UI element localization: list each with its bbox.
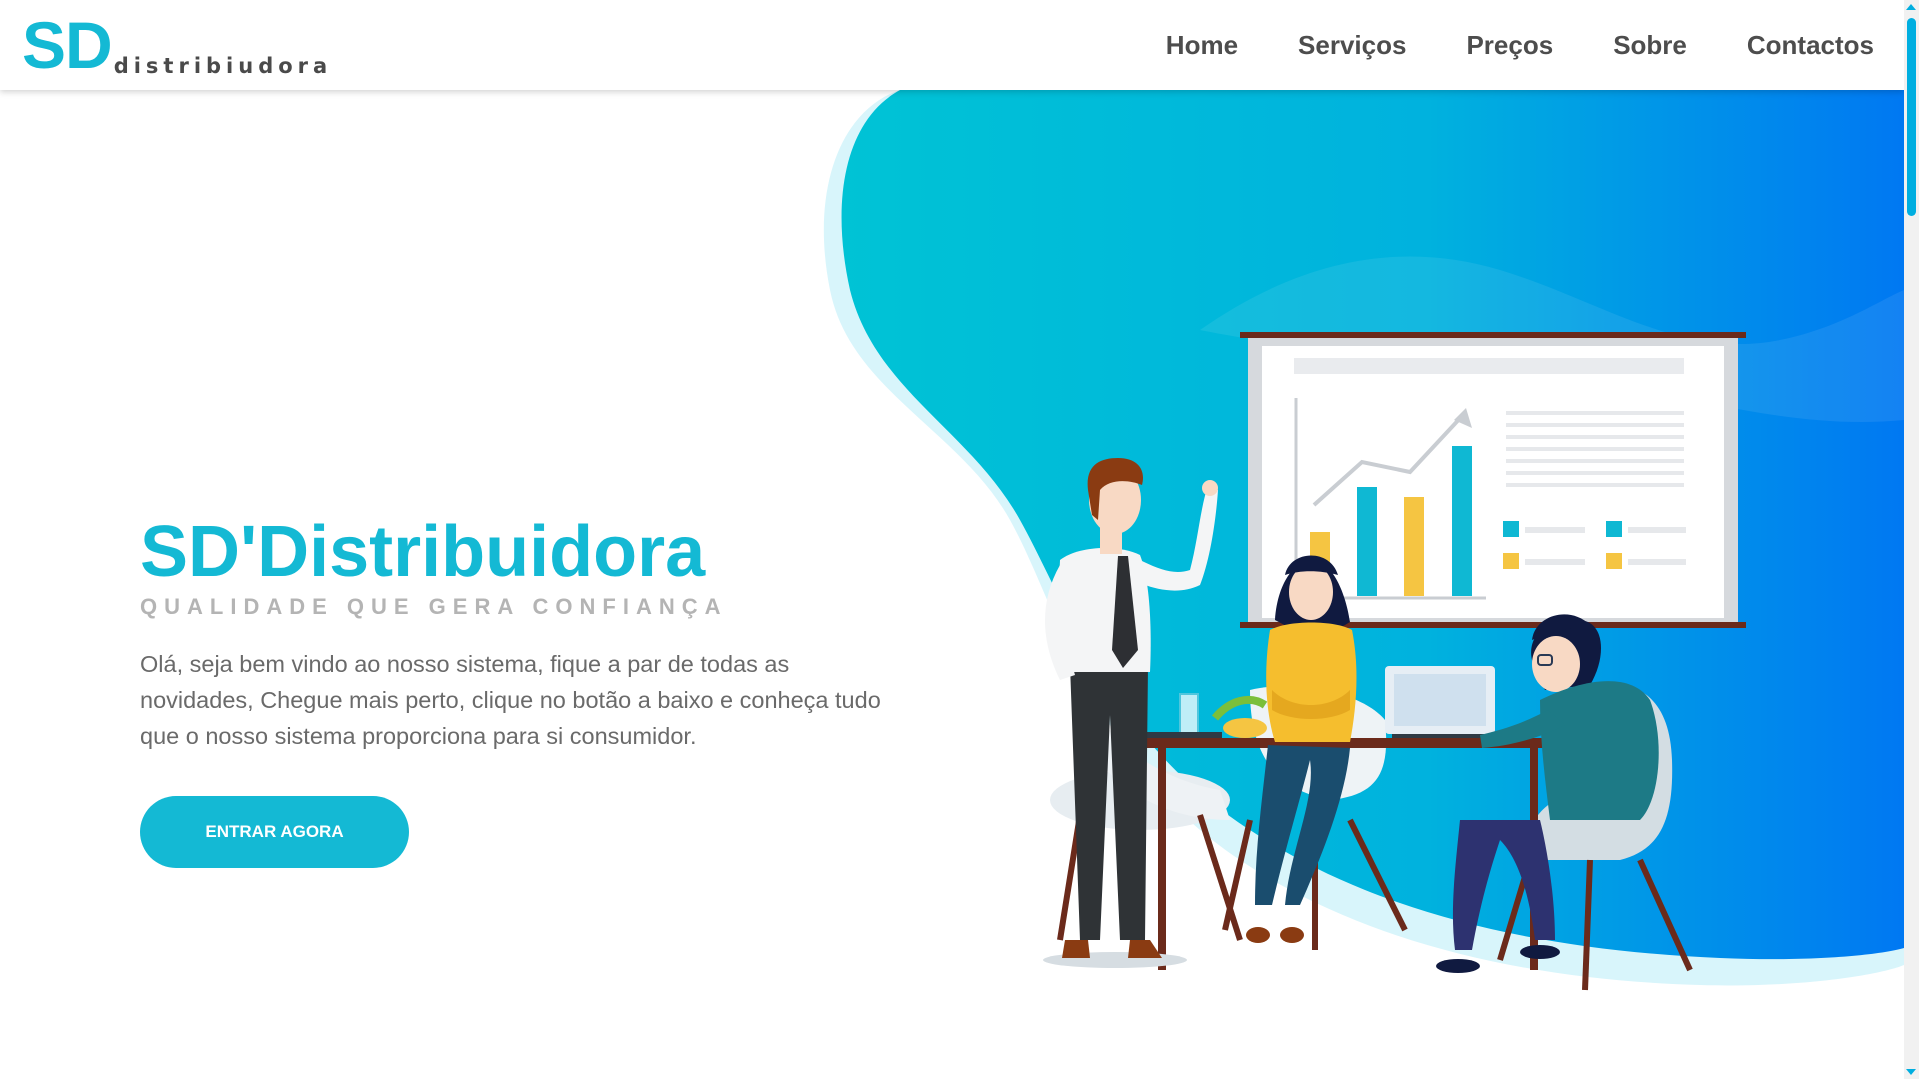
nav-item-home[interactable]: Home xyxy=(1166,30,1238,61)
site-header: SD distribiudora Home Serviços Preços So… xyxy=(0,0,1904,90)
nav-item-precos[interactable]: Preços xyxy=(1466,30,1553,61)
hero-content: SD'Distribuidora QUALIDADE QUE GERA CONF… xyxy=(140,510,900,754)
landing-page: SD distribiudora Home Serviços Preços So… xyxy=(0,0,1919,1079)
nav-item-servicos[interactable]: Serviços xyxy=(1298,30,1406,61)
page-scrollbar[interactable] xyxy=(1904,0,1919,1079)
hero-subtitle: QUALIDADE QUE GERA CONFIANÇA xyxy=(140,594,728,619)
logo-wordmark: distribiudora xyxy=(113,54,333,78)
scroll-down-arrow-icon[interactable] xyxy=(1906,1069,1916,1075)
scroll-up-arrow-icon[interactable] xyxy=(1906,4,1916,10)
site-logo[interactable]: SD distribiudora xyxy=(22,8,333,82)
nav-item-contactos[interactable]: Contactos xyxy=(1747,30,1874,61)
logo-mark: SD xyxy=(22,8,113,82)
hero-title: SD'Distribuidora xyxy=(140,512,706,592)
nav-item-sobre[interactable]: Sobre xyxy=(1613,30,1687,61)
scroll-thumb[interactable] xyxy=(1907,18,1916,216)
enter-now-button[interactable]: ENTRAR AGORA xyxy=(140,796,409,868)
hero-description: Olá, seja bem vindo ao nosso sistema, fi… xyxy=(140,651,881,749)
main-nav: Home Serviços Preços Sobre Contactos xyxy=(1106,0,1874,90)
